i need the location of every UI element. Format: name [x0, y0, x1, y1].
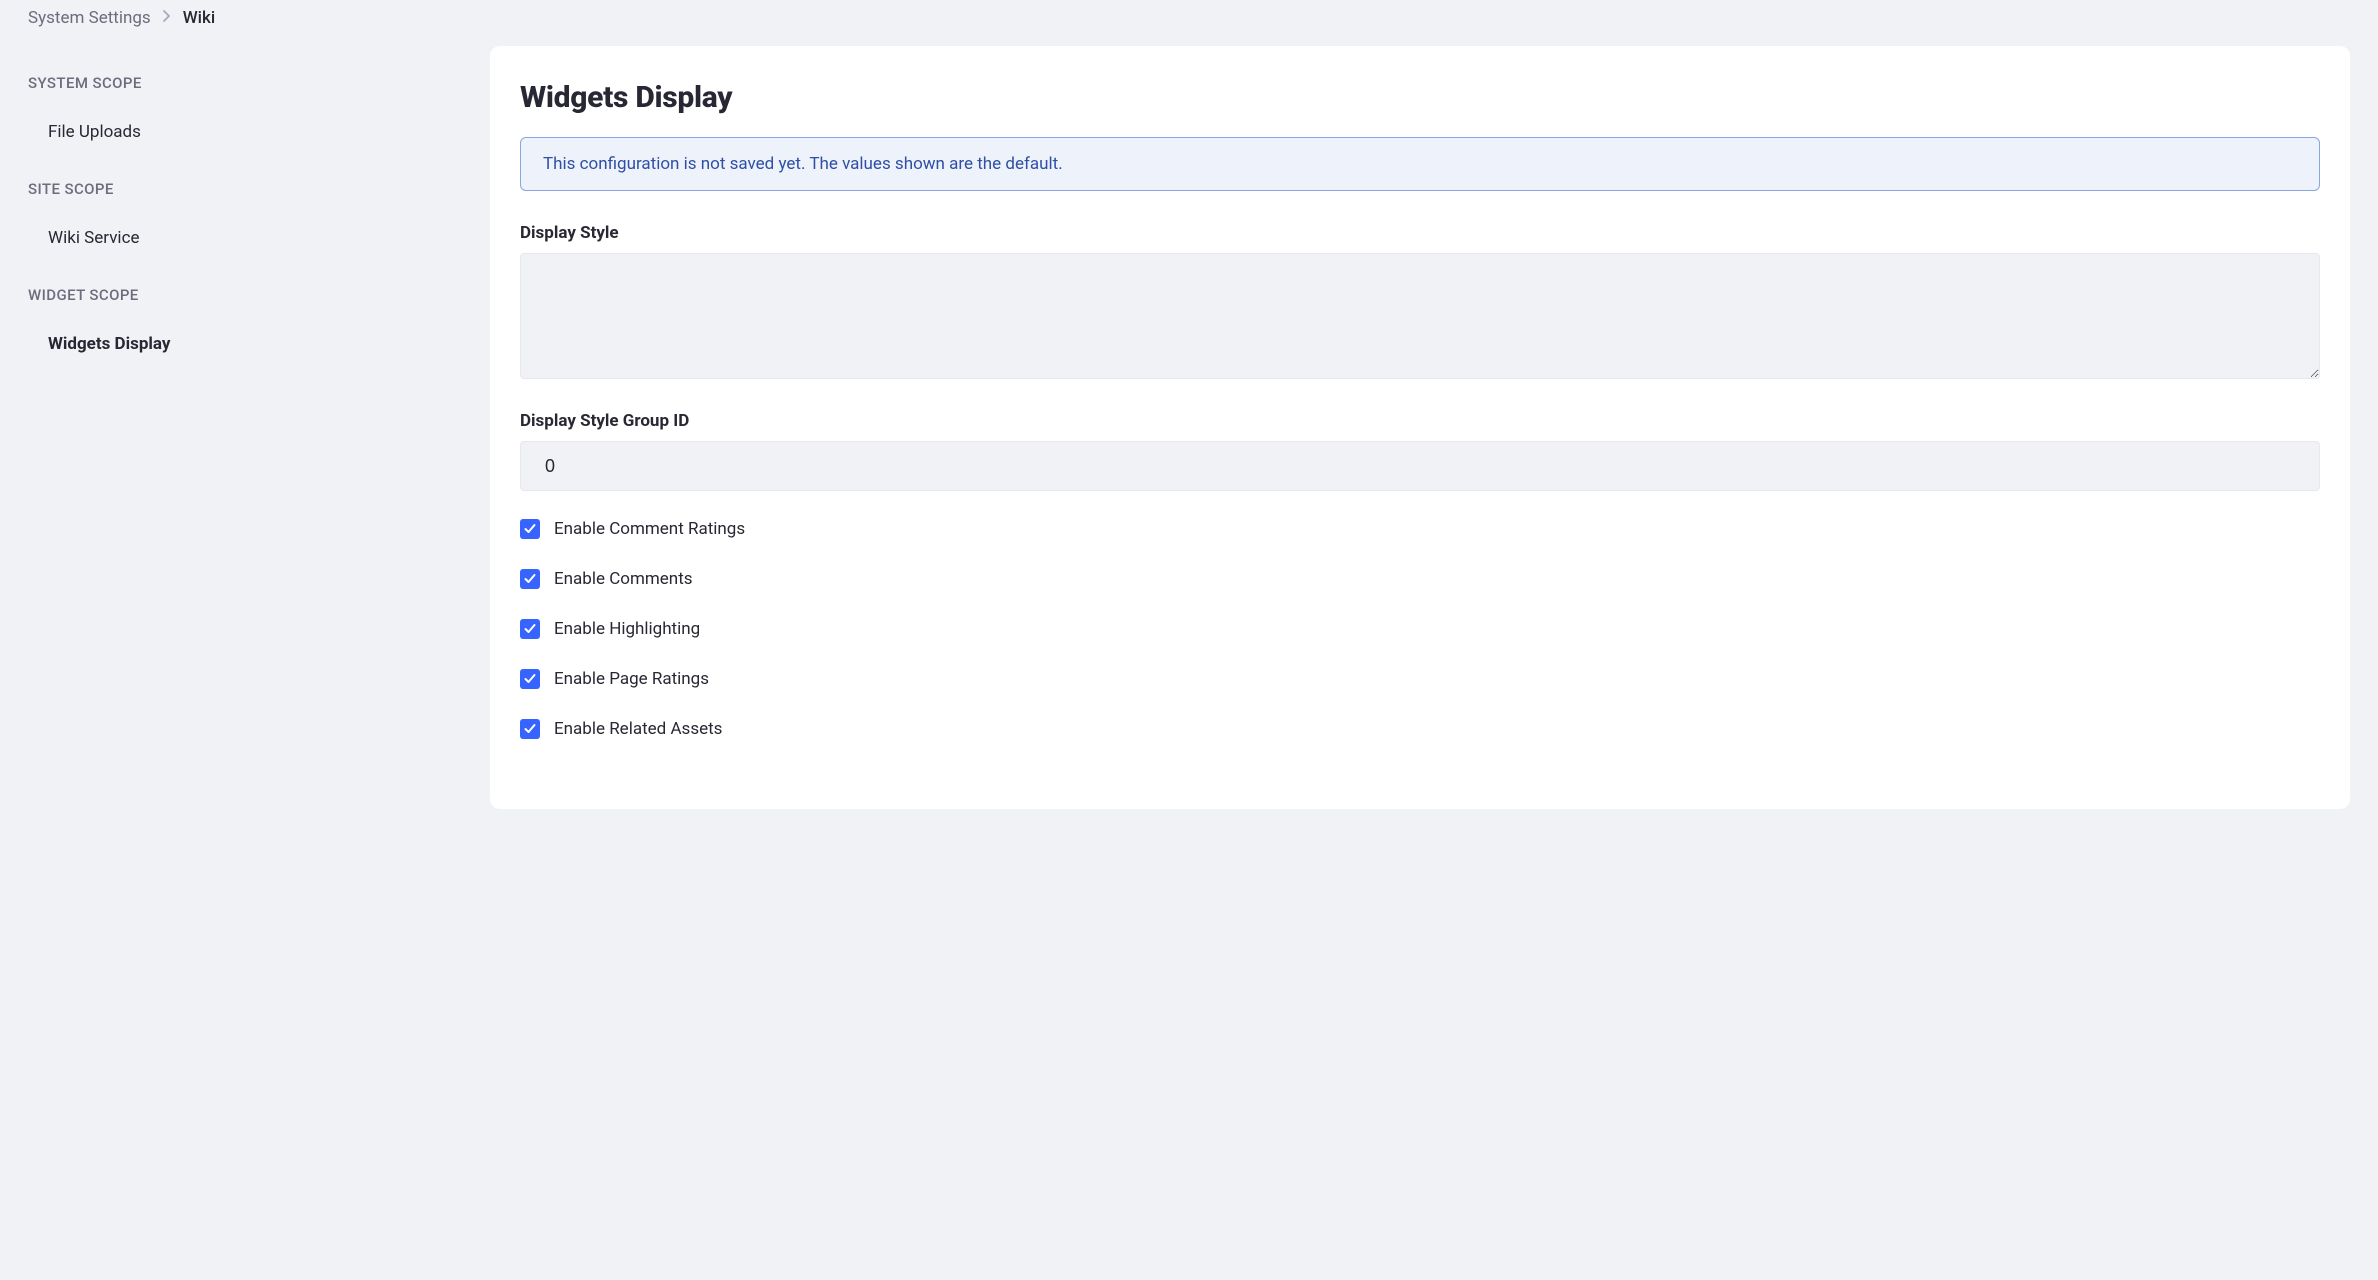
sidebar-item[interactable]: Wiki Service	[28, 216, 458, 260]
display-style-label: Display Style	[520, 223, 2320, 243]
sidebar-item[interactable]: File Uploads	[28, 110, 458, 154]
breadcrumb-current: Wiki	[183, 8, 216, 28]
checkbox[interactable]	[520, 669, 540, 689]
chevron-right-icon	[163, 10, 171, 26]
sidebar: SYSTEM SCOPEFile Uploads SITE SCOPEWiki S…	[28, 46, 458, 809]
display-style-group-id-label: Display Style Group ID	[520, 411, 2320, 431]
main-card: Widgets Display This configuration is no…	[490, 46, 2350, 809]
breadcrumb: System Settings Wiki	[0, 0, 2378, 46]
checkbox-label[interactable]: Enable Page Ratings	[554, 669, 709, 689]
display-style-input[interactable]	[520, 253, 2320, 379]
checkbox-row: Enable Page Ratings	[520, 669, 2320, 689]
checkbox-row: Enable Comment Ratings	[520, 519, 2320, 539]
page-title: Widgets Display	[520, 80, 2320, 115]
checkbox-row: Enable Highlighting	[520, 619, 2320, 639]
checkbox-list: Enable Comment Ratings Enable Comments Ena…	[520, 519, 2320, 739]
checkbox[interactable]	[520, 719, 540, 739]
info-alert: This configuration is not saved yet. The…	[520, 137, 2320, 191]
scope-label: SYSTEM SCOPE	[28, 74, 458, 110]
sidebar-item[interactable]: Widgets Display	[28, 322, 458, 366]
checkbox-row: Enable Related Assets	[520, 719, 2320, 739]
checkbox-label[interactable]: Enable Comments	[554, 569, 693, 589]
scope-label: SITE SCOPE	[28, 180, 458, 216]
checkbox-label[interactable]: Enable Related Assets	[554, 719, 722, 739]
checkbox[interactable]	[520, 519, 540, 539]
display-style-group-id-input[interactable]	[520, 441, 2320, 491]
checkbox-label[interactable]: Enable Comment Ratings	[554, 519, 745, 539]
checkbox-row: Enable Comments	[520, 569, 2320, 589]
checkbox[interactable]	[520, 619, 540, 639]
checkbox[interactable]	[520, 569, 540, 589]
checkbox-label[interactable]: Enable Highlighting	[554, 619, 700, 639]
scope-label: WIDGET SCOPE	[28, 286, 458, 322]
breadcrumb-parent[interactable]: System Settings	[28, 8, 151, 28]
